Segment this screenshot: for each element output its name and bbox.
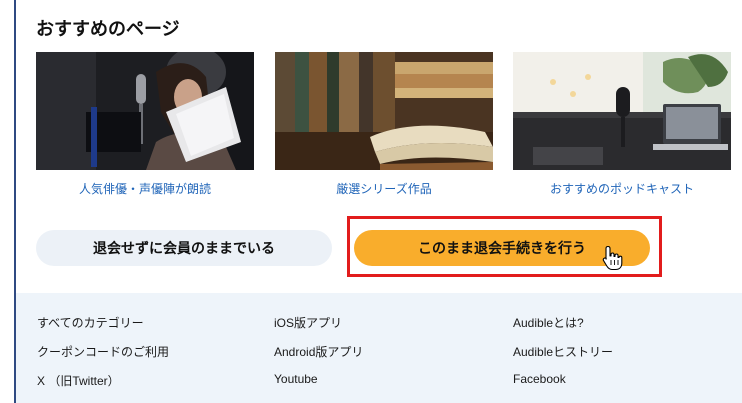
card-caption[interactable]: 厳選シリーズ作品 <box>275 180 493 197</box>
hand-cursor-icon <box>602 245 623 271</box>
card-caption[interactable]: 人気俳優・声優陣が朗読 <box>36 180 254 197</box>
podcast-image[interactable] <box>513 52 731 170</box>
footer-link-about-audible[interactable]: Audibleとは? <box>513 314 584 331</box>
footer-link-coupon[interactable]: クーポンコードのご利用 <box>37 343 169 360</box>
section-title: おすすめのページ <box>36 19 180 40</box>
footer-link-ios-app[interactable]: iOS版アプリ <box>274 314 342 331</box>
footer-link-facebook[interactable]: Facebook <box>513 372 566 386</box>
narrator-image[interactable] <box>36 52 254 170</box>
footer-link-all-categories[interactable]: すべてのカテゴリー <box>37 314 144 331</box>
books-image[interactable] <box>275 52 493 170</box>
card-caption[interactable]: おすすめのポッドキャスト <box>513 180 731 197</box>
footer-link-youtube[interactable]: Youtube <box>274 372 318 386</box>
footer-links: すべてのカテゴリー クーポンコードのご利用 X （旧Twitter） iOS版ア… <box>16 293 742 403</box>
card-series[interactable]: 厳選シリーズ作品 <box>275 52 493 197</box>
card-podcast[interactable]: おすすめのポッドキャスト <box>513 52 731 197</box>
footer-link-audible-history[interactable]: Audibleヒストリー <box>513 343 613 360</box>
card-narrators[interactable]: 人気俳優・声優陣が朗読 <box>36 52 254 197</box>
footer-link-android-app[interactable]: Android版アプリ <box>274 343 363 360</box>
stay-member-button[interactable]: 退会せずに会員のままでいる <box>36 230 332 266</box>
footer-link-x-twitter[interactable]: X （旧Twitter） <box>37 372 120 389</box>
